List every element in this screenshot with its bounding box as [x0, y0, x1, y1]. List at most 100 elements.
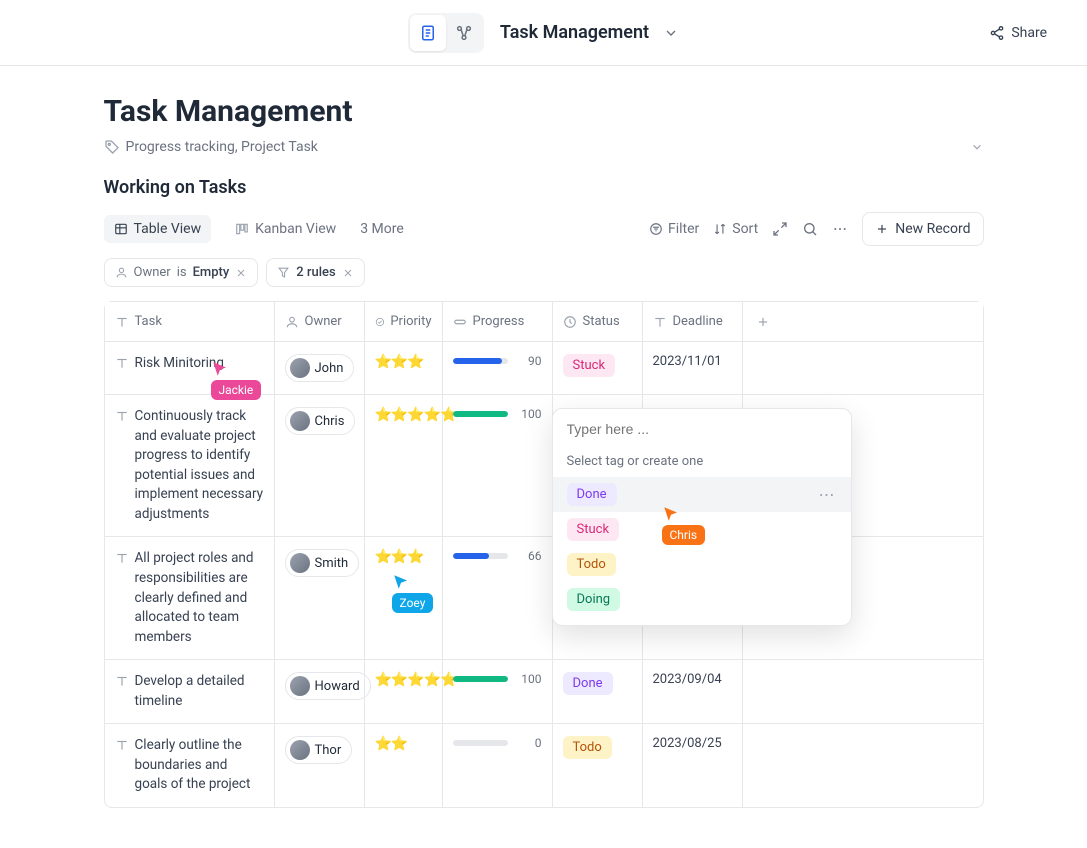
- progress-icon: [453, 315, 467, 329]
- task-cell[interactable]: Continuously track and evaluate project …: [135, 407, 264, 524]
- avatar: [290, 411, 310, 431]
- status-cell[interactable]: Done: [553, 660, 643, 723]
- priority-stars[interactable]: ⭐⭐: [375, 736, 408, 752]
- document-icon: [419, 24, 437, 42]
- owner-name: John: [315, 361, 344, 376]
- text-icon: [115, 551, 129, 565]
- graph-mode-button[interactable]: [446, 15, 482, 51]
- filter-icon: [649, 222, 663, 236]
- task-cell[interactable]: Clearly outline the boundaries and goals…: [135, 736, 264, 795]
- avatar: [290, 553, 310, 573]
- progress-cell[interactable]: 0: [453, 736, 542, 750]
- status-badge: Done: [567, 483, 617, 506]
- text-icon: [115, 674, 129, 688]
- option-more-icon[interactable]: ⋯: [819, 485, 837, 504]
- progress-cell[interactable]: 100: [453, 672, 542, 686]
- section-title: Working on Tasks: [104, 177, 984, 198]
- filter-button[interactable]: Filter: [649, 221, 699, 237]
- dropdown-option[interactable]: Doing: [553, 582, 851, 617]
- avatar: [290, 676, 310, 696]
- expand-button[interactable]: [772, 221, 788, 237]
- more-views-button[interactable]: 3 More: [360, 221, 404, 237]
- status-cell[interactable]: Todo: [553, 724, 643, 807]
- table-header: Task Owner Priority Progress Status Dead…: [105, 302, 983, 342]
- select-icon: [375, 315, 385, 329]
- plus-icon: [756, 315, 770, 329]
- tab-kanban-view[interactable]: Kanban View: [225, 215, 346, 243]
- mode-switch: [408, 13, 484, 53]
- share-button[interactable]: Share: [989, 25, 1047, 41]
- status-cell[interactable]: Stuck: [553, 342, 643, 394]
- share-label: Share: [1011, 25, 1047, 41]
- plus-icon: [875, 222, 889, 236]
- sort-icon: [713, 222, 727, 236]
- person-icon: [115, 266, 128, 279]
- owner-name: Chris: [315, 414, 345, 429]
- owner-chip[interactable]: Thor: [285, 736, 353, 764]
- progress-value: 66: [516, 549, 542, 563]
- filter-chip-rules[interactable]: 2 rules: [266, 258, 364, 287]
- page-tags: Progress tracking, Project Task: [126, 139, 318, 155]
- text-icon: [115, 356, 129, 370]
- search-button[interactable]: [802, 221, 818, 237]
- page-title: Task Management: [104, 94, 984, 129]
- progress-cell[interactable]: 90: [453, 354, 542, 368]
- task-table: Task Owner Priority Progress Status Dead…: [104, 301, 984, 808]
- task-cell[interactable]: Risk Minitoring: [135, 354, 224, 374]
- progress-cell[interactable]: 66: [453, 549, 542, 563]
- kanban-icon: [235, 222, 249, 236]
- topbar-title: Task Management: [500, 22, 649, 43]
- progress-value: 100: [516, 672, 542, 686]
- tags-chevron-icon[interactable]: [970, 140, 984, 154]
- view-toolbar: Table View Kanban View 3 More Filter Sor…: [104, 212, 984, 246]
- dropdown-option[interactable]: Stuck: [553, 512, 851, 547]
- priority-stars[interactable]: ⭐⭐⭐: [375, 354, 424, 370]
- status-badge: Todo: [567, 553, 616, 576]
- title-chevron-down-icon[interactable]: [663, 25, 679, 41]
- progress-cell[interactable]: 100: [453, 407, 542, 421]
- graph-icon: [455, 24, 473, 42]
- text-icon: [115, 315, 129, 329]
- more-icon: [832, 221, 848, 237]
- doc-mode-button[interactable]: [410, 15, 446, 51]
- owner-chip[interactable]: Chris: [285, 407, 356, 435]
- deadline-cell[interactable]: 2023/11/01: [653, 354, 722, 369]
- dropdown-search[interactable]: [553, 409, 851, 450]
- deadline-cell[interactable]: 2023/09/04: [653, 672, 722, 687]
- table-row[interactable]: Risk Minitoring John ⭐⭐⭐ 90 Stuck 2023/1…: [105, 342, 983, 395]
- text-icon: [115, 409, 129, 423]
- add-column-button[interactable]: [743, 302, 783, 341]
- priority-stars[interactable]: ⭐⭐⭐: [375, 549, 424, 565]
- filter-chip-owner[interactable]: Owner is Empty: [104, 258, 259, 287]
- owner-chip[interactable]: John: [285, 354, 355, 382]
- table-row[interactable]: Develop a detailed timeline Howard ⭐⭐⭐⭐⭐…: [105, 660, 983, 724]
- new-record-button[interactable]: New Record: [862, 212, 983, 246]
- chip-close-icon[interactable]: [342, 267, 354, 279]
- select-icon: [563, 315, 577, 329]
- filter-icon: [277, 266, 290, 279]
- sort-button[interactable]: Sort: [713, 221, 758, 237]
- table-row[interactable]: Clearly outline the boundaries and goals…: [105, 724, 983, 807]
- status-badge[interactable]: Done: [563, 672, 613, 695]
- tag-icon: [104, 139, 120, 155]
- table-icon: [114, 222, 128, 236]
- deadline-cell[interactable]: 2023/08/25: [653, 736, 722, 751]
- task-cell[interactable]: Develop a detailed timeline: [135, 672, 264, 711]
- share-icon: [989, 25, 1005, 41]
- dropdown-option[interactable]: Done ⋯: [553, 477, 851, 512]
- task-cell[interactable]: All project roles and responsibilities a…: [135, 549, 264, 647]
- progress-value: 90: [516, 354, 542, 368]
- dropdown-option[interactable]: Todo: [553, 547, 851, 582]
- filter-chip-row: Owner is Empty 2 rules: [104, 258, 984, 287]
- date-icon: [653, 315, 667, 329]
- owner-chip[interactable]: Howard: [285, 672, 371, 700]
- more-button[interactable]: [832, 221, 848, 237]
- tab-table-view[interactable]: Table View: [104, 215, 212, 243]
- status-badge[interactable]: Stuck: [563, 354, 616, 377]
- owner-chip[interactable]: Smith: [285, 549, 360, 577]
- chip-close-icon[interactable]: [235, 267, 247, 279]
- page-tags-row: Progress tracking, Project Task: [104, 139, 984, 155]
- dropdown-input[interactable]: [567, 421, 837, 437]
- dropdown-label: Select tag or create one: [553, 450, 851, 477]
- status-badge[interactable]: Todo: [563, 736, 612, 759]
